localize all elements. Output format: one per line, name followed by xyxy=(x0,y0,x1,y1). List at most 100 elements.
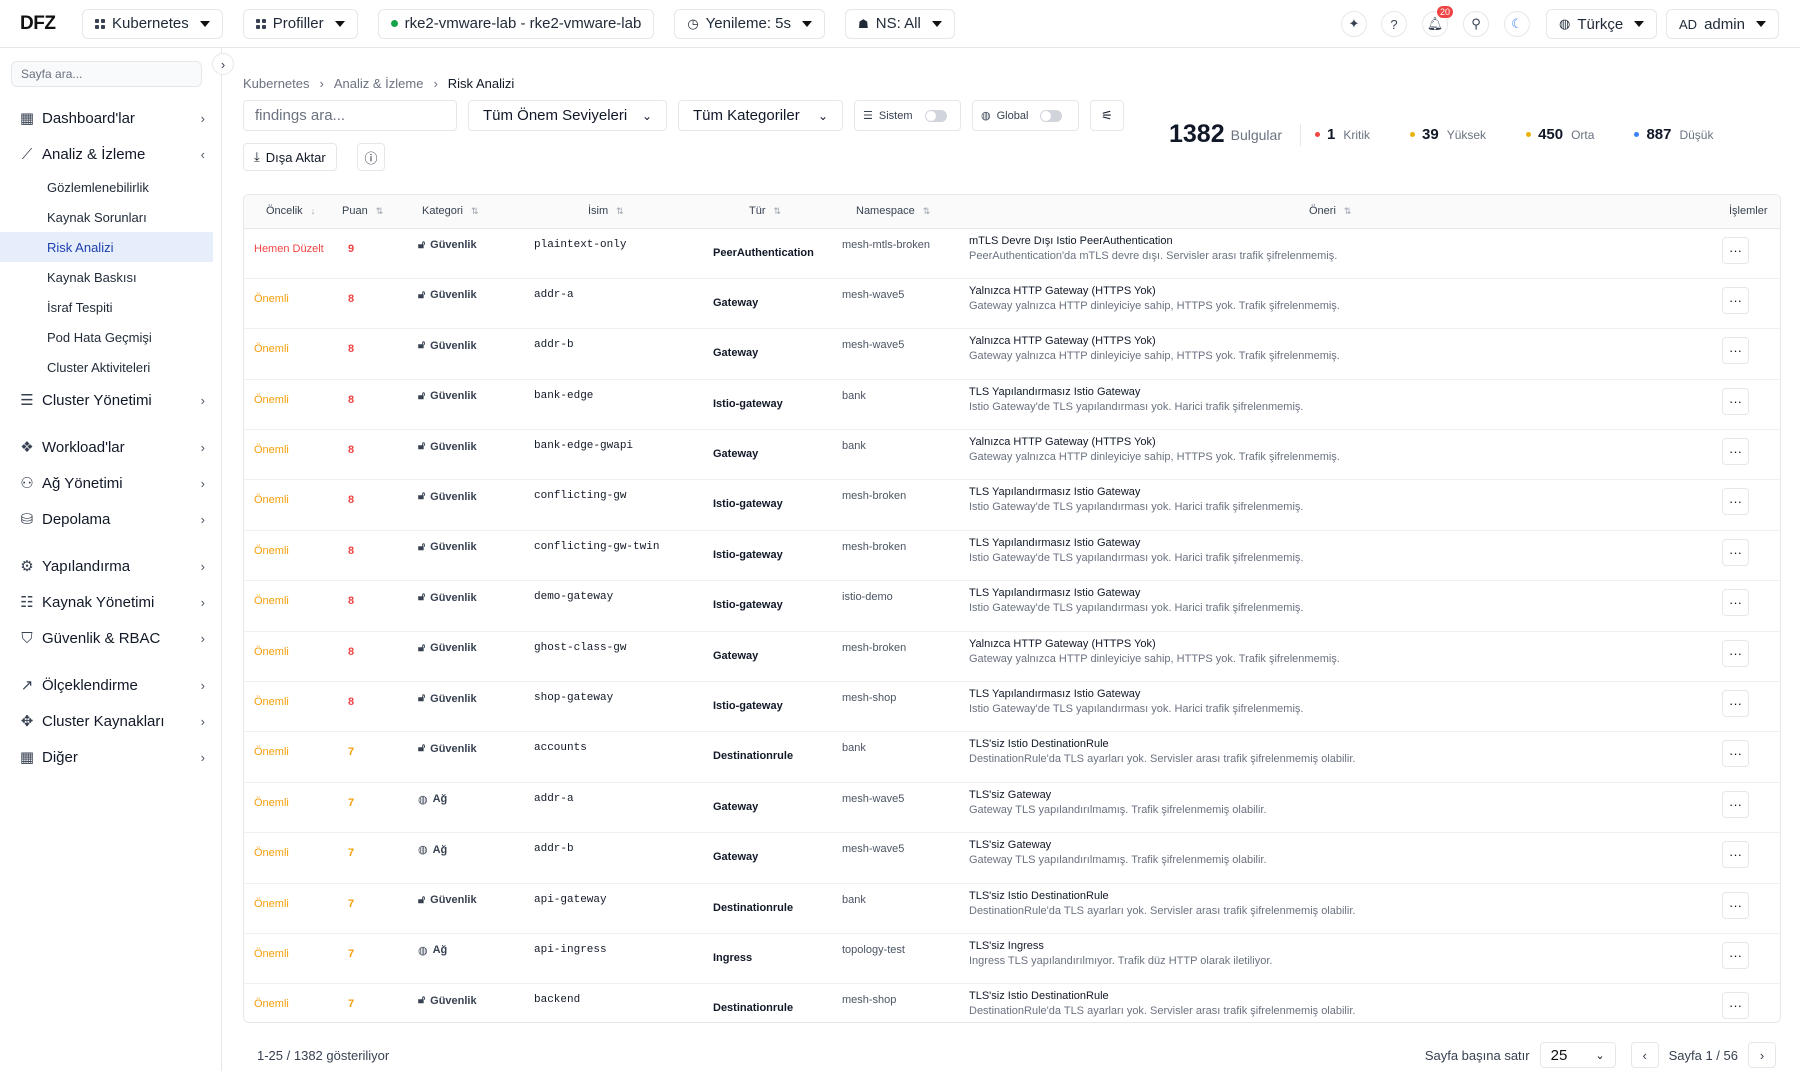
sidebar-item-dashboards[interactable]: ▦ Dashboard'lar › xyxy=(0,100,213,136)
cluster-selector[interactable]: rke2-vmware-lab - rke2-vmware-lab xyxy=(377,8,655,39)
sidebar-item-analysis[interactable]: ⟋ Analiz & İzleme ‹ xyxy=(0,136,213,172)
sidebar-item-label: Cluster Yönetimi xyxy=(42,391,152,409)
row-actions-button[interactable]: ··· xyxy=(1722,337,1749,365)
col-name[interactable]: İsim ⇅ xyxy=(520,195,713,229)
language-selector[interactable]: ◍ Türkçe xyxy=(1546,9,1658,39)
row-actions-button[interactable]: ··· xyxy=(1722,488,1749,516)
row-actions-button[interactable]: ··· xyxy=(1722,589,1749,617)
resource-kind: Istio-gateway xyxy=(713,599,783,612)
table-row[interactable]: Önemli 8 🔓︎ Güvenlik ghost-class-gw Gateway me… xyxy=(244,631,1780,683)
refresh-selector[interactable]: ◷ Yenileme: 5s xyxy=(674,8,825,39)
notifications-button[interactable]: 🔔︎ 20 xyxy=(1422,6,1453,37)
findings-search-input[interactable]: findings ara... xyxy=(243,100,457,131)
table-row[interactable]: Hemen Düzelt 9 🔓︎ Güvenlik plaintext-only Pee… xyxy=(244,228,1780,279)
chevron-right-icon: › xyxy=(200,594,205,610)
next-page-button[interactable]: › xyxy=(1748,1042,1776,1068)
table-row[interactable]: Önemli 8 🔓︎ Güvenlik bank-edge Istio-gateway b… xyxy=(244,379,1780,431)
rows-per-page-select[interactable]: 25 ⌄ xyxy=(1539,1042,1616,1068)
table-row[interactable]: Önemli 8 🔓︎ Güvenlik demo-gateway Istio-gatew… xyxy=(244,580,1780,632)
table-row[interactable]: Önemli 7 🔓︎ Güvenlik api-gateway Destinationr… xyxy=(244,883,1780,934)
sidebar-item-other[interactable]: ▦ Diğer › xyxy=(0,739,213,775)
system-toggle[interactable]: ☰ Sistem xyxy=(854,100,961,131)
sidebar-item-network[interactable]: ⚇ Ağ Yönetimi › xyxy=(0,465,213,501)
col-namespace[interactable]: Namespace ⇅ xyxy=(842,195,969,229)
filter-settings-button[interactable]: ⚟ xyxy=(1090,100,1124,131)
category-filter[interactable]: Tüm Kategoriler ⌄ xyxy=(678,100,843,131)
ai-assistant-button[interactable]: ✦ xyxy=(1341,11,1367,37)
sidebar-item-resource-management[interactable]: ☷ Kaynak Yönetimi › xyxy=(0,584,213,620)
resource-name: api-ingress xyxy=(534,943,607,956)
col-label: Tür xyxy=(749,205,766,218)
export-button[interactable]: ⤓ Dışa Aktar xyxy=(243,143,337,171)
theme-toggle-button[interactable]: ☾ xyxy=(1504,11,1530,37)
row-actions-button[interactable]: ··· xyxy=(1722,841,1749,869)
sidebar-item-cluster-management[interactable]: ☰ Cluster Yönetimi › xyxy=(0,382,213,418)
row-actions-button[interactable]: ··· xyxy=(1722,891,1749,919)
prev-page-button[interactable]: ‹ xyxy=(1630,1042,1659,1068)
table-row[interactable]: Önemli 7 ◍ Ağ addr-b Gateway mesh-wave5 TLS'siz… xyxy=(244,832,1780,884)
more-horizontal-icon: ··· xyxy=(1729,343,1742,359)
sidebar-subitem-cluster-activities[interactable]: Cluster Aktiviteleri xyxy=(0,352,213,382)
row-actions-button[interactable]: ··· xyxy=(1722,740,1749,768)
col-recommendation[interactable]: Öneri ⇅ xyxy=(969,195,1713,229)
row-actions-button[interactable]: ··· xyxy=(1722,639,1749,667)
sidebar-item-workloads[interactable]: ❖ Workload'lar › xyxy=(0,429,213,465)
row-actions-button[interactable]: ··· xyxy=(1722,538,1749,566)
global-switch[interactable] xyxy=(1040,109,1063,122)
info-button[interactable]: ⓘ xyxy=(357,143,385,171)
table-row[interactable]: Önemli 8 🔓︎ Güvenlik bank-edge-gwapi Gateway b… xyxy=(244,429,1780,481)
breadcrumb-item[interactable]: Analiz & İzleme xyxy=(334,76,424,91)
sidebar-subitem-observability[interactable]: Gözlemlenebilirlik xyxy=(0,172,213,202)
global-toggle[interactable]: ◍ Global xyxy=(972,100,1079,131)
col-priority[interactable]: Öncelik ↓ xyxy=(244,195,342,229)
table-row[interactable]: Önemli 8 🔓︎ Güvenlik conflicting-gw-twin Isti… xyxy=(244,530,1780,582)
lock-icon: 🔓︎ xyxy=(418,238,426,251)
row-actions-button[interactable]: ··· xyxy=(1722,236,1749,264)
table-row[interactable]: Önemli 8 🔓︎ Güvenlik addr-b Gateway mesh-wave5… xyxy=(244,328,1780,380)
row-actions-button[interactable]: ··· xyxy=(1722,387,1749,415)
table-row[interactable]: Önemli 8 🔓︎ Güvenlik conflicting-gw Istio-gat… xyxy=(244,479,1780,531)
recommendation-title: TLS'siz Istio DestinationRule xyxy=(969,889,1109,902)
col-kind[interactable]: Tür ⇅ xyxy=(713,195,842,229)
row-actions-button[interactable]: ··· xyxy=(1722,690,1749,718)
row-actions-button[interactable]: ··· xyxy=(1722,941,1749,969)
sidebar-search-input[interactable]: Sayfa ara... xyxy=(11,61,202,87)
user-menu[interactable]: AD admin xyxy=(1666,9,1779,39)
lock-icon: 🔓︎ xyxy=(418,591,426,604)
row-actions-button[interactable]: ··· xyxy=(1722,992,1749,1020)
table-row[interactable]: Önemli 8 🔓︎ Güvenlik shop-gateway Istio-gatew… xyxy=(244,681,1780,733)
row-actions-button[interactable]: ··· xyxy=(1722,438,1749,466)
profiles-menu[interactable]: Profiller xyxy=(242,8,358,39)
namespace-selector[interactable]: ☗ NS: All xyxy=(845,8,955,39)
help-button[interactable]: ? xyxy=(1381,11,1407,37)
breadcrumb-item[interactable]: Kubernetes xyxy=(243,76,310,91)
sidebar-item-configuration[interactable]: ⚙ Yapılandırma › xyxy=(0,548,213,584)
table-row[interactable]: Önemli 7 ◍ Ağ api-ingress Ingress topology-tes… xyxy=(244,933,1780,985)
sidebar-item-storage[interactable]: ⛁ Depolama › xyxy=(0,501,213,537)
sidebar-collapse-button[interactable]: › xyxy=(212,53,234,75)
lock-icon: 🔓︎ xyxy=(418,893,426,906)
pin-button[interactable]: ⚲ xyxy=(1463,11,1489,37)
more-horizontal-icon: ··· xyxy=(1729,998,1742,1014)
col-score[interactable]: Puan ⇅ xyxy=(342,195,402,229)
system-switch[interactable] xyxy=(924,109,947,122)
table-row[interactable]: Önemli 7 🔓︎ Güvenlik backend Destinationrule m… xyxy=(244,983,1780,1022)
app-logo[interactable]: DFZ xyxy=(20,13,82,35)
sidebar-subitem-risk-analysis[interactable]: Risk Analizi xyxy=(0,232,213,262)
sidebar-subitem-resource-pressure[interactable]: Kaynak Baskısı xyxy=(0,262,213,292)
sidebar-item-scaling[interactable]: ↗ Ölçeklendirme › xyxy=(0,667,213,703)
row-actions-button[interactable]: ··· xyxy=(1722,790,1749,818)
table-row[interactable]: Önemli 7 ◍ Ağ addr-a Gateway mesh-wave5 TLS'siz… xyxy=(244,782,1780,834)
score-value: 8 xyxy=(348,444,355,457)
severity-filter[interactable]: Tüm Önem Seviyeleri ⌄ xyxy=(468,100,667,131)
kubernetes-switcher[interactable]: Kubernetes xyxy=(82,8,223,39)
col-category[interactable]: Kategori ⇅ xyxy=(402,195,520,229)
sidebar-subitem-resource-issues[interactable]: Kaynak Sorunları xyxy=(0,202,213,232)
sidebar-subitem-pod-failures[interactable]: Pod Hata Geçmişi xyxy=(0,322,213,352)
table-row[interactable]: Önemli 7 🔓︎ Güvenlik accounts Destinationrule… xyxy=(244,731,1780,783)
row-actions-button[interactable]: ··· xyxy=(1722,286,1749,314)
table-row[interactable]: Önemli 8 🔓︎ Güvenlik addr-a Gateway mesh-wave5… xyxy=(244,278,1780,330)
sidebar-item-security-rbac[interactable]: ⛉ Güvenlik & RBAC › xyxy=(0,620,213,656)
sidebar-item-cluster-resources[interactable]: ✥ Cluster Kaynakları › xyxy=(0,703,213,739)
sidebar-subitem-waste-detection[interactable]: İsraf Tespiti xyxy=(0,292,213,322)
